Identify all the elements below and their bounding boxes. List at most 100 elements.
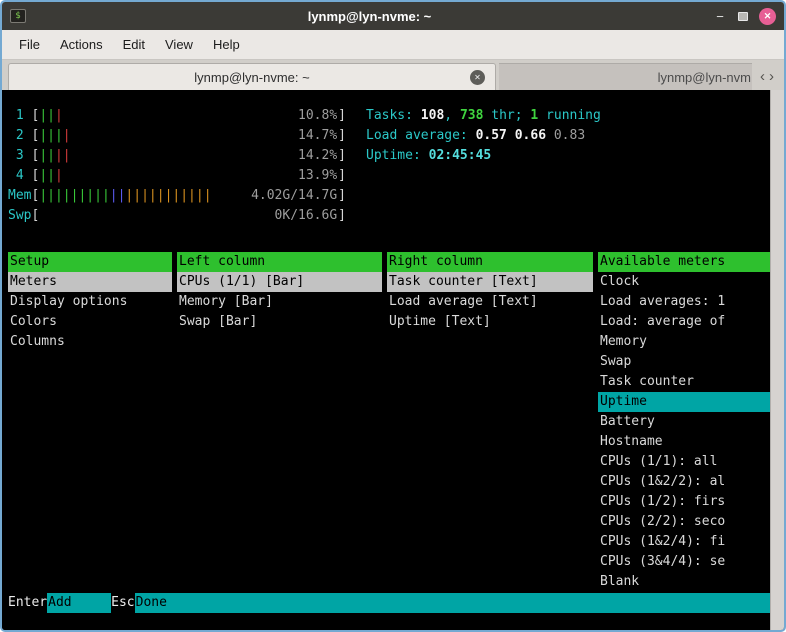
meter-label: Swp — [8, 206, 31, 226]
uptime-segment: Uptime: — [366, 148, 429, 163]
item-meters[interactable]: Meters — [8, 272, 172, 292]
meter-bar: | — [47, 128, 55, 143]
bracket-close: ] — [338, 146, 346, 166]
item-cpus-1-2-firs[interactable]: CPUs (1/2): firs — [598, 492, 770, 512]
item-cpus-1-2-4-fi[interactable]: CPUs (1&2/4): fi — [598, 532, 770, 552]
load-average-line: Load average: 0.57 0.66 0.83 — [366, 126, 601, 146]
menu-view[interactable]: View — [156, 32, 202, 57]
scrollbar[interactable] — [770, 90, 784, 630]
meter-cpu1: 1 [|||10.8%] — [8, 106, 346, 126]
item-swap[interactable]: Swap — [598, 352, 770, 372]
fn-label-add[interactable]: Add — [47, 593, 111, 613]
load-average-segment: Load average: — [366, 128, 476, 143]
terminal-window: $ lynmp@lyn-nvme: ~ − ✕ FileActionsEditV… — [0, 0, 786, 632]
item-cpus-1-1-bar[interactable]: CPUs (1/1) [Bar] — [177, 272, 382, 292]
item-hostname[interactable]: Hostname — [598, 432, 770, 452]
item-memory[interactable]: Memory — [598, 332, 770, 352]
meter-bar: | — [55, 108, 63, 123]
fn-key-enter[interactable]: Enter — [8, 593, 47, 613]
menu-file[interactable]: File — [10, 32, 49, 57]
item-display-options[interactable]: Display options — [8, 292, 172, 312]
item-load-averages-1[interactable]: Load averages: 1 — [598, 292, 770, 312]
window-title: lynmp@lyn-nvme: ~ — [26, 9, 713, 24]
maximize-icon[interactable] — [738, 12, 748, 21]
item-cpus-1-2-2-al[interactable]: CPUs (1&2/2): al — [598, 472, 770, 492]
meter-cpu4: 4 [|||13.9%] — [8, 166, 346, 186]
item-uptime[interactable]: Uptime — [598, 392, 770, 412]
item-task-counter[interactable]: Task counter — [598, 372, 770, 392]
meter-body: ||||14.2% — [39, 146, 338, 166]
menu-help[interactable]: Help — [204, 32, 249, 57]
meter-body: |||10.8% — [39, 106, 338, 126]
item-load-average-text[interactable]: Load average [Text] — [387, 292, 593, 312]
meter-label: Mem — [8, 186, 31, 206]
bracket-open: [ — [31, 106, 39, 126]
tasks-segment: , — [444, 108, 460, 123]
titlebar[interactable]: $ lynmp@lyn-nvme: ~ − ✕ — [2, 2, 784, 30]
item-columns[interactable]: Columns — [8, 332, 172, 352]
bracket-open: [ — [31, 126, 39, 146]
item-memory-bar[interactable]: Memory [Bar] — [177, 292, 382, 312]
bracket-open: [ — [31, 186, 39, 206]
meter-bar: | — [110, 188, 118, 203]
meter-bar: | — [39, 188, 47, 203]
tab-scroll-arrows: ‹ › — [752, 63, 782, 90]
meter-bar: | — [55, 188, 63, 203]
meter-bar: | — [39, 128, 47, 143]
meter-bar: | — [141, 188, 149, 203]
bracket-close: ] — [338, 206, 346, 226]
tasks-segment: Tasks: — [366, 108, 421, 123]
item-blank[interactable]: Blank — [598, 572, 770, 592]
item-clock[interactable]: Clock — [598, 272, 770, 292]
menu-actions[interactable]: Actions — [51, 32, 112, 57]
tab-scroll-left-icon[interactable]: ‹ — [760, 69, 765, 84]
tasks-segment: 738 — [460, 108, 483, 123]
item-colors[interactable]: Colors — [8, 312, 172, 332]
meter-label: 2 — [8, 126, 31, 146]
meter-bar: | — [204, 188, 212, 203]
item-task-counter-text[interactable]: Task counter [Text] — [387, 272, 593, 292]
meter-value: 13.9% — [298, 166, 337, 186]
menu-edit[interactable]: Edit — [114, 32, 154, 57]
load-average-segment: 0.66 — [515, 128, 554, 143]
terminal-area: 1 [|||10.8%] 2 [||||14.7%] 3 [||||14.2%]… — [2, 90, 784, 630]
meter-bar: | — [102, 188, 110, 203]
meter-bar: | — [47, 188, 55, 203]
tab-inactive[interactable]: lynmp@lyn-nvm — [499, 63, 752, 90]
meter-bar: | — [55, 148, 63, 163]
window-controls: − ✕ — [713, 8, 776, 25]
item-swap-bar[interactable]: Swap [Bar] — [177, 312, 382, 332]
meter-bar: | — [39, 108, 47, 123]
meter-value: 14.7% — [298, 126, 337, 146]
meter-value: 0K/16.6G — [275, 206, 338, 226]
meter-value: 4.02G/14.7G — [251, 186, 337, 206]
item-uptime-text[interactable]: Uptime [Text] — [387, 312, 593, 332]
fn-label-done[interactable]: Done — [135, 593, 770, 613]
item-cpus-3-4-4-se[interactable]: CPUs (3&4/4): se — [598, 552, 770, 572]
item-cpus-2-2-seco[interactable]: CPUs (2/2): seco — [598, 512, 770, 532]
bracket-open: [ — [31, 146, 39, 166]
tab-close-icon[interactable]: ✕ — [470, 70, 485, 85]
meter-bar: | — [188, 188, 196, 203]
item-load-average-of[interactable]: Load: average of — [598, 312, 770, 332]
setup-panels: SetupMetersDisplay optionsColorsColumnsL… — [8, 252, 770, 592]
panel-header-setup: Setup — [8, 252, 172, 272]
item-cpus-1-1-all[interactable]: CPUs (1/1): all — [598, 452, 770, 472]
meter-bar: | — [55, 128, 63, 143]
bracket-close: ] — [338, 186, 346, 206]
meter-bar: | — [94, 188, 102, 203]
meter-bar: | — [63, 128, 71, 143]
close-icon[interactable]: ✕ — [759, 8, 776, 25]
minimize-icon[interactable]: − — [713, 9, 727, 24]
tab-active[interactable]: lynmp@lyn-nvme: ~ ✕ — [8, 63, 496, 90]
panel-left-column: Left columnCPUs (1/1) [Bar]Memory [Bar]S… — [177, 252, 382, 592]
item-battery[interactable]: Battery — [598, 412, 770, 432]
menu-bar: FileActionsEditViewHelp — [2, 30, 784, 60]
tab-scroll-right-icon[interactable]: › — [769, 69, 774, 84]
bracket-close: ] — [338, 126, 346, 146]
maximize-box — [738, 12, 748, 21]
meter-bar: | — [180, 188, 188, 203]
meter-bar: | — [63, 148, 71, 163]
fn-key-esc[interactable]: Esc — [111, 593, 134, 613]
load-average-segment: 0.57 — [476, 128, 515, 143]
